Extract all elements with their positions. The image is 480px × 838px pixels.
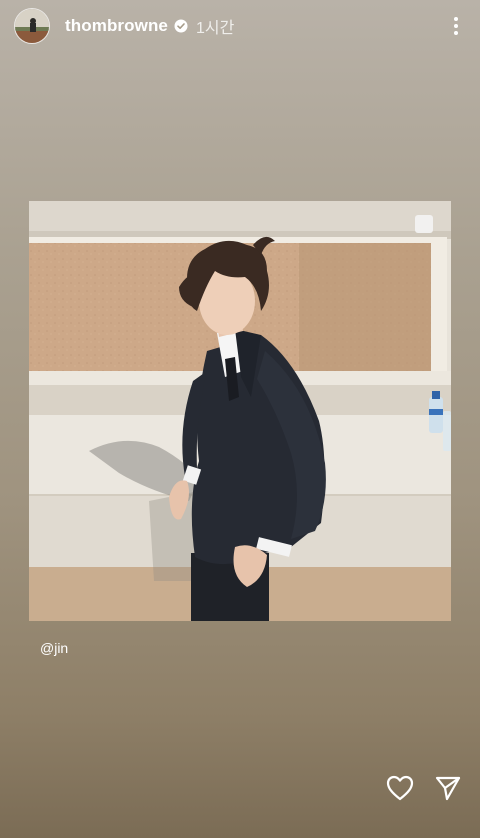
story-actions <box>386 774 462 802</box>
avatar[interactable] <box>14 8 50 44</box>
paper-plane-icon[interactable] <box>434 774 462 802</box>
verified-badge-icon <box>174 19 188 33</box>
post-timestamp: 1시간 <box>196 20 235 37</box>
shared-post-image[interactable] <box>29 201 451 621</box>
post-photo <box>29 201 451 621</box>
heart-icon[interactable] <box>386 774 414 802</box>
mention-tag[interactable]: @jin <box>40 640 68 656</box>
more-vertical-icon[interactable] <box>446 11 466 41</box>
story-header: thombrowne 1시간 <box>14 8 466 44</box>
username[interactable]: thombrowne <box>65 16 168 36</box>
avatar-image <box>15 9 49 43</box>
